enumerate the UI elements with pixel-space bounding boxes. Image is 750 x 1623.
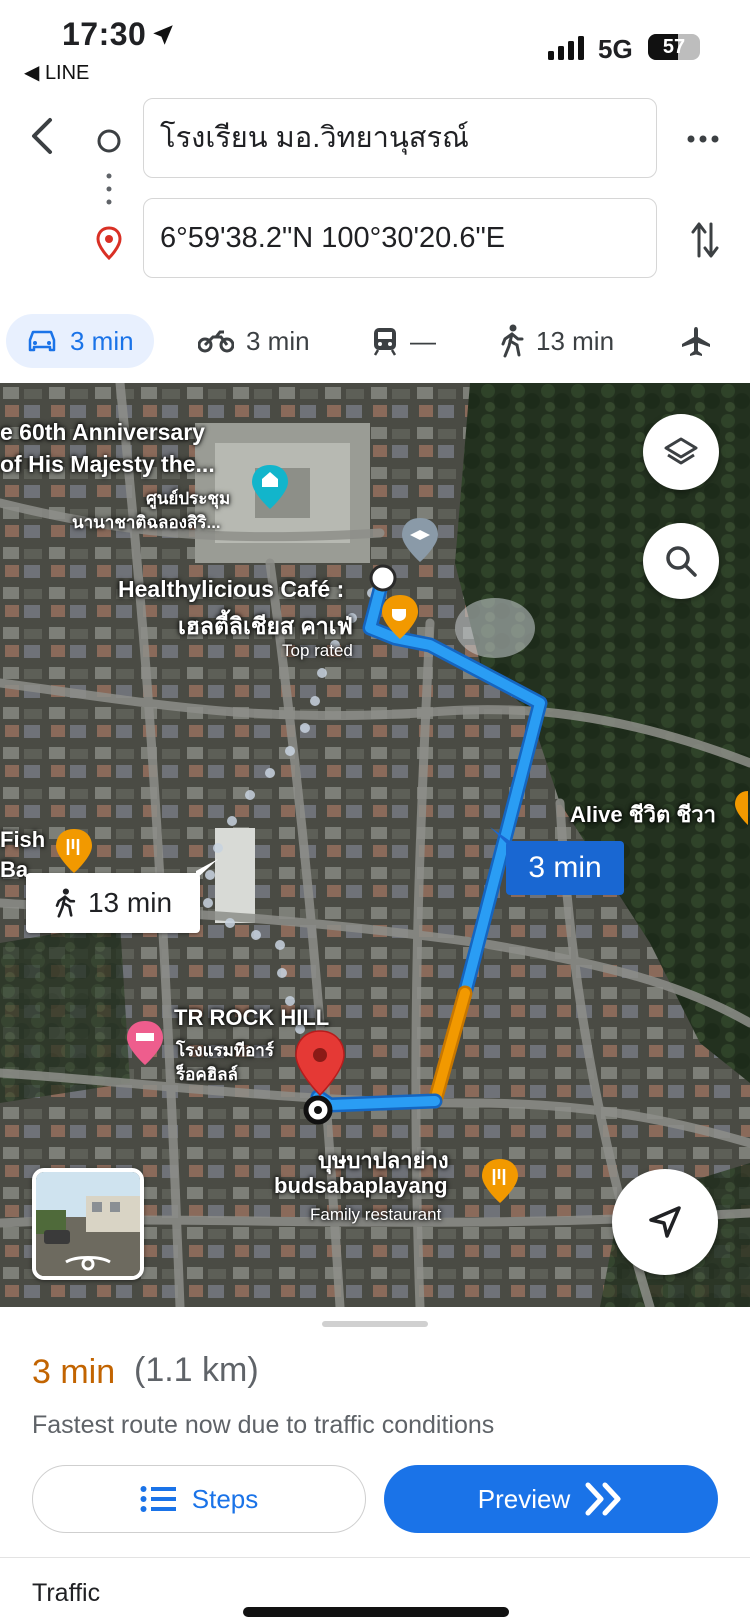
map-label-anniversary-line2: of His Majesty the...	[0, 451, 215, 477]
traffic-section-label: Traffic	[32, 1579, 101, 1607]
street-view-image	[36, 1172, 140, 1276]
battery-level: 57	[662, 36, 686, 58]
route-duration: 3 min	[32, 1353, 116, 1391]
origin-input[interactable]: โรงเรียน มอ.วิทยานุสรณ์	[143, 98, 657, 178]
layers-button[interactable]	[643, 414, 719, 490]
map-label-cafe-line1: Healthylicious Café :	[118, 576, 345, 602]
steps-button-label: Steps	[191, 1483, 259, 1514]
back-app-label: LINE	[44, 62, 90, 84]
mode-transit-label: —	[410, 325, 436, 356]
home-indicator[interactable]	[243, 1607, 509, 1617]
map-label-fish-line2: Ba	[0, 857, 29, 882]
flight-icon	[682, 327, 710, 356]
map-label-restaurant-line3: Family restaurant	[310, 1205, 442, 1224]
walk-icon	[501, 324, 524, 358]
map-label-cafe-line2: เฮลตี้ลิเชียส คาเฟ่	[178, 613, 353, 639]
mode-flight-tab[interactable]	[680, 314, 724, 368]
drive-time-callout[interactable]: 3 min	[506, 841, 624, 895]
map-label-convention-line1: ศูนย์ประชุม	[146, 489, 231, 508]
back-triangle-icon: ◀	[24, 62, 45, 84]
map-label-alive: Alive ชีวิต ชีวา	[570, 802, 717, 827]
route-note: Fastest route now due to traffic conditi…	[32, 1411, 495, 1439]
route-summary-sheet: 3 min (1.1 km) Fastest route now due to …	[0, 1307, 750, 1623]
mode-driving-tab[interactable]: 3 min	[6, 314, 154, 368]
destination-pin-icon	[96, 226, 122, 260]
battery-icon: 57	[648, 34, 700, 60]
steps-button[interactable]: Steps	[32, 1465, 366, 1533]
map-label-restaurant-line2: budsabaplayang	[274, 1173, 448, 1198]
sheet-drag-handle[interactable]	[322, 1321, 428, 1327]
double-chevron-right-icon	[585, 1482, 621, 1516]
status-time: 17:30	[62, 16, 147, 52]
search-icon	[666, 546, 697, 577]
preview-button[interactable]: Preview	[384, 1465, 718, 1533]
motorcycle-icon	[198, 330, 234, 353]
map-label-hotel-line2: โรงแรมทีอาร์	[176, 1041, 274, 1060]
location-arrow-icon	[153, 25, 173, 45]
mode-walking-label: 13 min	[536, 325, 615, 356]
signal-icon	[548, 36, 584, 60]
walk-time-callout[interactable]: 13 min	[26, 873, 200, 933]
map-label-anniversary-line1: e 60th Anniversary	[0, 419, 205, 445]
mode-driving-label: 3 min	[70, 325, 134, 356]
walk-callout-icon	[55, 888, 76, 918]
walk-callout-label: 13 min	[87, 887, 173, 918]
back-to-app-link[interactable]: ◀ LINE	[24, 60, 89, 85]
list-icon	[140, 1486, 176, 1512]
back-arrow-icon[interactable]	[28, 116, 58, 156]
navigation-arrow-icon	[649, 1206, 681, 1238]
map-label-fish-line1: Fish	[0, 827, 46, 852]
car-icon	[28, 330, 56, 352]
train-icon	[373, 328, 397, 356]
more-options-icon[interactable]	[686, 126, 720, 152]
destination-input[interactable]: 6°59'38.2"N 100°30'20.6"E	[143, 198, 657, 278]
map-label-hotel-line1: TR ROCK HILL	[174, 1005, 330, 1030]
mode-walking-tab[interactable]: 13 min	[500, 314, 614, 368]
map-view[interactable]: e 60th Anniversary of His Majesty the...…	[0, 383, 750, 1307]
swap-icon[interactable]	[690, 220, 720, 260]
my-location-button[interactable]	[612, 1169, 718, 1275]
route-dots-icon	[106, 173, 112, 205]
network-type: 5G	[598, 34, 633, 64]
map-label-top-rated: Top rated	[282, 641, 353, 660]
street-view-thumbnail[interactable]	[32, 1168, 144, 1280]
walk-callout-tail-icon	[196, 859, 218, 879]
sheet-divider	[0, 1557, 750, 1558]
search-along-route-button[interactable]	[643, 523, 719, 599]
map-label-hotel-line3: ร็อคฮิลล์	[176, 1065, 238, 1084]
origin-circle-icon	[97, 129, 121, 153]
preview-button-label: Preview	[477, 1483, 571, 1514]
map-label-convention-line2: นานาชาติฉลองสิริ...	[72, 513, 221, 532]
route-distance: (1.1 km)	[134, 1351, 259, 1389]
mode-transit-tab[interactable]: —	[372, 314, 436, 368]
layers-icon	[664, 437, 698, 465]
mode-motorcycle-label: 3 min	[246, 325, 310, 356]
mode-motorcycle-tab[interactable]: 3 min	[198, 314, 310, 368]
